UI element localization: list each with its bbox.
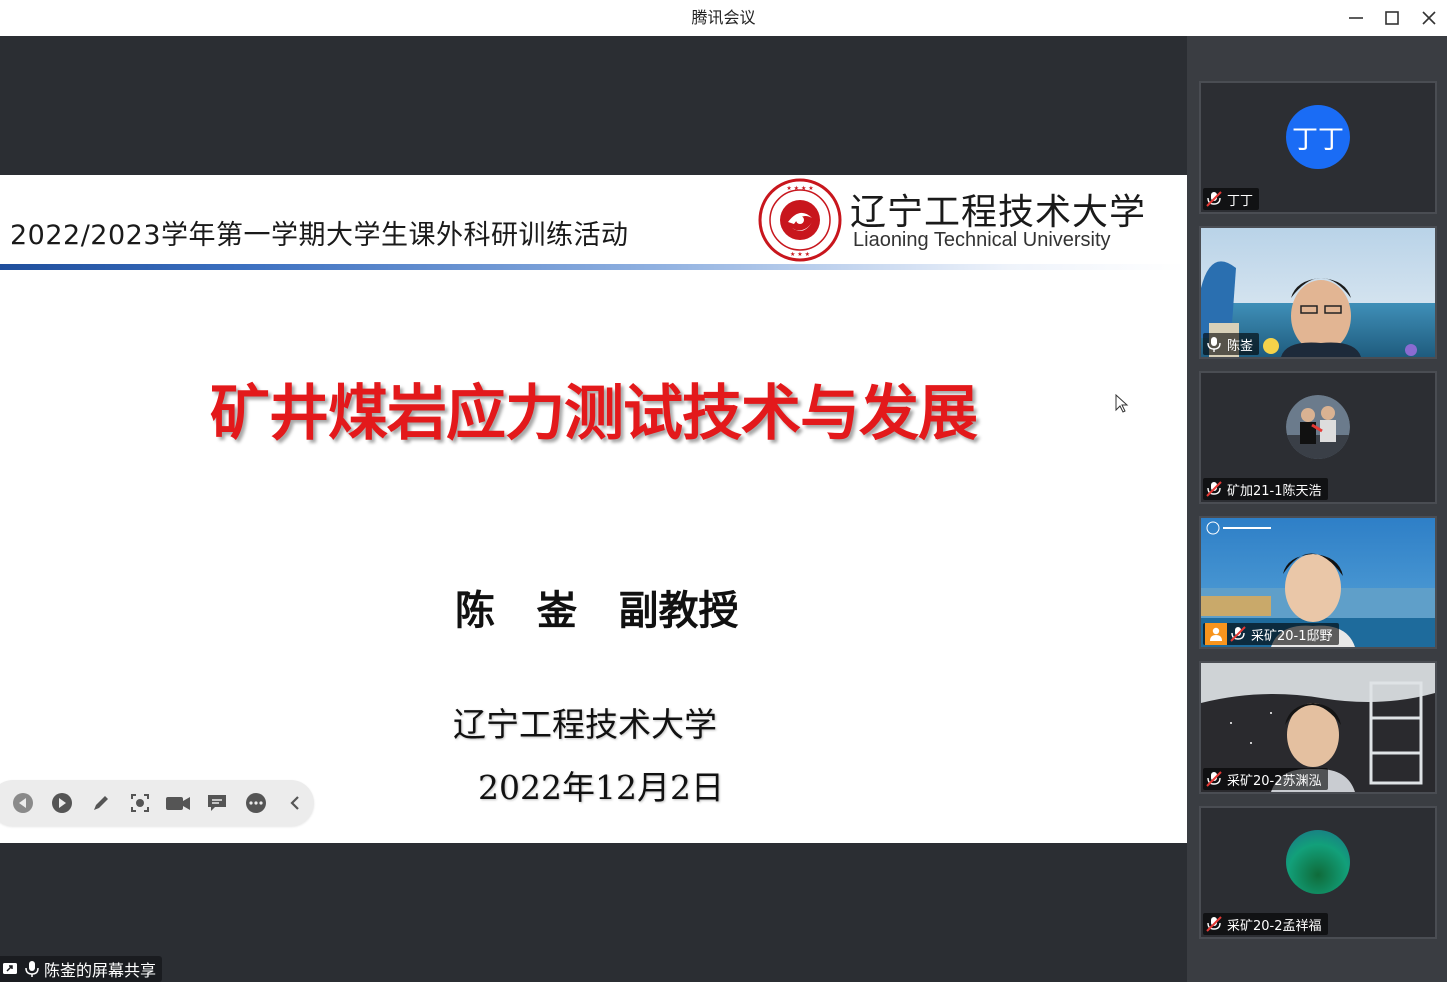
pen-icon <box>93 796 108 810</box>
participant-name-label: 采矿20-2苏渊泓 <box>1203 768 1328 790</box>
presentation-date: 2022年12月2日 <box>478 768 724 807</box>
next-slide-button[interactable] <box>43 788 82 818</box>
participant-tile[interactable]: 采矿20-1邸野 <box>1199 516 1437 649</box>
avatar <box>1286 830 1350 894</box>
participant-tile[interactable]: 陈崟 <box>1199 226 1437 359</box>
participants-panel: 丁丁 丁丁 陈崟 矿加21-1陈天浩 采矿20-1邸野 采矿20-2苏渊泓 采矿… <box>1187 36 1447 982</box>
previous-slide-button[interactable] <box>4 788 43 818</box>
microphone-icon <box>25 961 39 977</box>
spotlight-button[interactable] <box>120 788 159 818</box>
avatar <box>1286 395 1350 459</box>
participant-name: 丁丁 <box>1227 193 1254 209</box>
participant-name-label: 矿加21-1陈天浩 <box>1203 478 1328 500</box>
close-button[interactable] <box>1415 4 1443 32</box>
slide-header-text: 2022/2023学年第一学期大学生课外科研训练活动 <box>10 220 629 251</box>
participant-name: 采矿20-2苏渊泓 <box>1227 773 1322 789</box>
participant-tile[interactable]: 矿加21-1陈天浩 <box>1199 371 1437 504</box>
svg-text:★ ★ ★: ★ ★ ★ <box>790 251 810 258</box>
participant-name: 矿加21-1陈天浩 <box>1227 483 1322 499</box>
comment-button[interactable] <box>198 788 237 818</box>
play-icon <box>52 793 73 813</box>
more-button[interactable] <box>237 788 276 818</box>
minimize-button[interactable] <box>1342 4 1370 32</box>
presenter-name: 陈 崟 副教授 <box>455 587 739 634</box>
collapse-toolbar-button[interactable] <box>275 788 314 818</box>
minimize-icon <box>1349 17 1363 19</box>
maximize-button[interactable] <box>1378 4 1406 32</box>
participant-tile[interactable]: 采矿20-2苏渊泓 <box>1199 661 1437 794</box>
comment-icon <box>208 795 227 811</box>
chevron-left-icon <box>290 796 299 810</box>
close-icon <box>1422 11 1436 25</box>
participant-name-label: 陈崟 <box>1203 333 1260 355</box>
slide-title: 矿井煤岩应力测试技术与发展 <box>0 365 1187 452</box>
person-icon <box>1210 627 1222 641</box>
mic-muted-icon <box>1206 916 1222 932</box>
window-title: 腾讯会议 <box>691 8 756 27</box>
microphone-icon <box>1207 337 1221 352</box>
university-logo-icon: ★ ★ ★ ★ ★ ★ ★ <box>758 178 842 262</box>
university-name-en: Liaoning Technical University <box>853 229 1111 251</box>
university-name-cn: 辽宁工程技术大学 <box>850 192 1147 233</box>
header-divider <box>0 264 1187 270</box>
host-badge <box>1205 623 1227 645</box>
more-icon <box>245 793 266 813</box>
meeting-window: 腾讯会议 2022/2023学年第一学期大学生课外科研训练活动 ★ ★ ★ ★ … <box>0 0 1447 982</box>
screen-share-label-text: 陈崟的屏幕共享 <box>44 961 157 980</box>
svg-text:★ ★ ★ ★: ★ ★ ★ ★ <box>786 185 813 192</box>
mic-muted-icon <box>1206 771 1222 787</box>
participant-name-label: 采矿20-1邸野 <box>1203 623 1339 645</box>
previous-icon <box>13 793 34 813</box>
mic-muted-icon <box>1206 191 1222 207</box>
participant-name-label: 采矿20-2孟祥福 <box>1203 913 1328 935</box>
mic-muted-icon <box>1206 481 1222 497</box>
camera-button[interactable] <box>159 788 198 818</box>
video-camera-icon <box>166 797 191 810</box>
spotlight-icon <box>130 794 149 812</box>
presenter-organization: 辽宁工程技术大学 <box>453 705 717 744</box>
participant-name: 采矿20-1邸野 <box>1251 628 1333 644</box>
screen-share-area[interactable]: 2022/2023学年第一学期大学生课外科研训练活动 ★ ★ ★ ★ ★ ★ ★… <box>0 36 1187 982</box>
participant-tile[interactable]: 采矿20-2孟祥福 <box>1199 806 1437 939</box>
slide-toolbar <box>0 780 314 826</box>
pen-button[interactable] <box>82 788 121 818</box>
maximize-icon <box>1385 11 1399 25</box>
screen-share-label: 陈崟的屏幕共享 <box>0 956 163 982</box>
mic-muted-icon <box>1230 626 1246 642</box>
mouse-cursor-icon <box>1115 394 1129 413</box>
title-bar: 腾讯会议 <box>0 0 1447 36</box>
avatar: 丁丁 <box>1286 105 1350 169</box>
participant-name: 陈崟 <box>1227 338 1254 354</box>
participant-name: 采矿20-2孟祥福 <box>1227 918 1322 934</box>
shared-slide: 2022/2023学年第一学期大学生课外科研训练活动 ★ ★ ★ ★ ★ ★ ★… <box>0 175 1187 843</box>
participant-name-label: 丁丁 <box>1203 188 1260 210</box>
participant-tile[interactable]: 丁丁 丁丁 <box>1199 81 1437 214</box>
screen-share-icon <box>3 963 17 974</box>
slide-title-text: 矿井煤岩应力测试技术与发展 <box>210 379 978 449</box>
